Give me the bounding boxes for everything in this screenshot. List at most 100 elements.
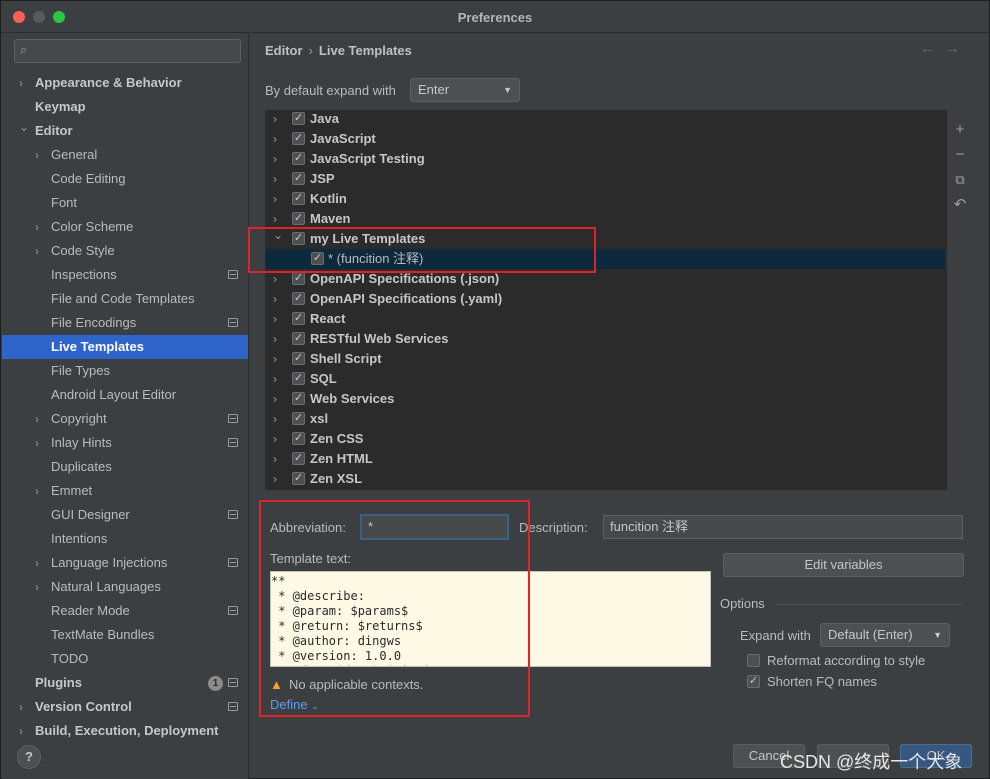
enabled-checkbox[interactable]: ✓	[292, 452, 305, 465]
settings-search-input[interactable]: ⌕	[14, 39, 241, 63]
default-expand-select[interactable]: Enter ▼	[410, 78, 520, 102]
live-templates-tree[interactable]: › ✓ Java › ✓ JavaScript › ✓ JavaScript Testing › ✓…	[265, 110, 946, 490]
chevron-right-icon[interactable]: ›	[273, 409, 277, 429]
enabled-checkbox[interactable]: ✓	[292, 212, 305, 225]
enabled-checkbox[interactable]: ✓	[292, 392, 305, 405]
template-group[interactable]: › ✓ React	[266, 309, 945, 329]
template-group[interactable]: › ✓ SQL	[266, 369, 945, 389]
sidebar-item[interactable]: Live Templates	[2, 335, 248, 359]
template-group[interactable]: › ✓ OpenAPI Specifications (.json)	[266, 269, 945, 289]
chevron-right-icon[interactable]: ›	[273, 329, 277, 349]
chevron-right-icon[interactable]: ›	[273, 449, 277, 469]
help-button[interactable]: ?	[17, 745, 41, 769]
chevron-right-icon[interactable]: ›	[35, 215, 49, 239]
restore-defaults-icon[interactable]: ↶	[952, 197, 968, 213]
chevron-right-icon[interactable]: ›	[35, 575, 49, 599]
sidebar-item[interactable]: File and Code Templates	[2, 287, 248, 311]
chevron-right-icon[interactable]: ›	[273, 309, 277, 329]
chevron-right-icon[interactable]: ›	[19, 71, 33, 95]
enabled-checkbox[interactable]: ✓	[292, 312, 305, 325]
chevron-down-icon[interactable]: ⌄	[19, 115, 33, 139]
chevron-right-icon[interactable]: ›	[273, 189, 277, 209]
breadcrumb-parent[interactable]: Editor	[265, 43, 303, 58]
sidebar-item[interactable]: › Emmet	[2, 479, 248, 503]
description-input[interactable]: funcition 注释	[603, 515, 963, 539]
sidebar-item[interactable]: File Encodings	[2, 311, 248, 335]
template-group[interactable]: › ✓ Shell Script	[266, 349, 945, 369]
sidebar-item[interactable]: › Appearance & Behavior	[2, 71, 248, 95]
chevron-right-icon[interactable]: ›	[273, 111, 277, 129]
chevron-right-icon[interactable]: ›	[273, 429, 277, 449]
enabled-checkbox[interactable]: ✓	[292, 472, 305, 485]
template-group[interactable]: › ✓ Zen XSL	[266, 469, 945, 489]
sidebar-item[interactable]: › Language Injections	[2, 551, 248, 575]
chevron-right-icon[interactable]: ›	[35, 239, 49, 263]
template-group[interactable]: › ✓ Java	[266, 111, 945, 129]
enabled-checkbox[interactable]: ✓	[292, 232, 305, 245]
chevron-down-icon[interactable]: ⌄	[273, 225, 283, 245]
sidebar-item[interactable]: Font	[2, 191, 248, 215]
chevron-right-icon[interactable]: ›	[273, 469, 277, 489]
template-group[interactable]: › ✓ Maven	[266, 209, 945, 229]
sidebar-item[interactable]: GUI Designer	[2, 503, 248, 527]
shorten-fq-checkbox[interactable]: ✓	[747, 675, 760, 688]
chevron-right-icon[interactable]: ›	[273, 149, 277, 169]
sidebar-item[interactable]: › Code Style	[2, 239, 248, 263]
sidebar-item[interactable]: › Version Control	[2, 695, 248, 719]
expand-with-select[interactable]: Default (Enter) ▼	[820, 623, 950, 647]
sidebar-item[interactable]: › Copyright	[2, 407, 248, 431]
template-group[interactable]: › ✓ JavaScript	[266, 129, 945, 149]
chevron-right-icon[interactable]: ›	[273, 349, 277, 369]
chevron-right-icon[interactable]: ›	[35, 407, 49, 431]
sidebar-item[interactable]: › Natural Languages	[2, 575, 248, 599]
sidebar-item[interactable]: Intentions	[2, 527, 248, 551]
sidebar-item[interactable]: TextMate Bundles	[2, 623, 248, 647]
enabled-checkbox[interactable]: ✓	[292, 432, 305, 445]
chevron-right-icon[interactable]: ›	[19, 695, 33, 719]
chevron-right-icon[interactable]: ›	[35, 431, 49, 455]
edit-variables-button[interactable]: Edit variables	[723, 553, 964, 577]
template-group[interactable]: › ✓ Zen CSS	[266, 429, 945, 449]
template-group[interactable]: › ✓ RESTful Web Services	[266, 329, 945, 349]
define-contexts-link[interactable]: Define ⌄	[270, 697, 319, 712]
sidebar-item[interactable]: Inspections	[2, 263, 248, 287]
abbreviation-input[interactable]: *	[360, 514, 509, 540]
sidebar-item[interactable]: › Color Scheme	[2, 215, 248, 239]
template-group[interactable]: › ✓ Zen HTML	[266, 449, 945, 469]
enabled-checkbox[interactable]: ✓	[292, 372, 305, 385]
sidebar-item[interactable]: ⌄ Editor	[2, 119, 248, 143]
enabled-checkbox[interactable]: ✓	[292, 172, 305, 185]
sidebar-item[interactable]: Reader Mode	[2, 599, 248, 623]
chevron-right-icon[interactable]: ›	[35, 479, 49, 503]
sidebar-item[interactable]: TODO	[2, 647, 248, 671]
template-text-editor[interactable]: ** * @describe: * @param: $params$ * @re…	[270, 571, 711, 667]
chevron-right-icon[interactable]: ›	[273, 129, 277, 149]
sidebar-item[interactable]: Duplicates	[2, 455, 248, 479]
enabled-checkbox[interactable]: ✓	[292, 152, 305, 165]
remove-template-icon[interactable]: −	[952, 147, 968, 163]
chevron-right-icon[interactable]: ›	[273, 289, 277, 309]
enabled-checkbox[interactable]: ✓	[292, 332, 305, 345]
sidebar-item[interactable]: Plugins 1	[2, 671, 248, 695]
reformat-checkbox[interactable]	[747, 654, 760, 667]
template-group[interactable]: › ✓ Web Services	[266, 389, 945, 409]
add-template-icon[interactable]: +	[952, 122, 968, 138]
enabled-checkbox[interactable]: ✓	[292, 292, 305, 305]
sidebar-item[interactable]: › Build, Execution, Deployment	[2, 719, 248, 743]
template-group[interactable]: › ✓ JavaScript Testing	[266, 149, 945, 169]
chevron-right-icon[interactable]: ›	[273, 369, 277, 389]
copy-template-icon[interactable]: ⧉	[952, 172, 968, 188]
enabled-checkbox[interactable]: ✓	[292, 412, 305, 425]
chevron-right-icon[interactable]: ›	[273, 169, 277, 189]
enabled-checkbox[interactable]: ✓	[292, 192, 305, 205]
template-group[interactable]: › ✓ OpenAPI Specifications (.yaml)	[266, 289, 945, 309]
enabled-checkbox[interactable]: ✓	[292, 352, 305, 365]
sidebar-item[interactable]: Keymap	[2, 95, 248, 119]
enabled-checkbox[interactable]: ✓	[292, 132, 305, 145]
back-arrow-icon[interactable]: ←	[920, 40, 945, 57]
enabled-checkbox[interactable]: ✓	[311, 252, 324, 265]
enabled-checkbox[interactable]: ✓	[292, 272, 305, 285]
chevron-right-icon[interactable]: ›	[19, 719, 33, 743]
template-group[interactable]: › ✓ xsl	[266, 409, 945, 429]
sidebar-item[interactable]: › General	[2, 143, 248, 167]
